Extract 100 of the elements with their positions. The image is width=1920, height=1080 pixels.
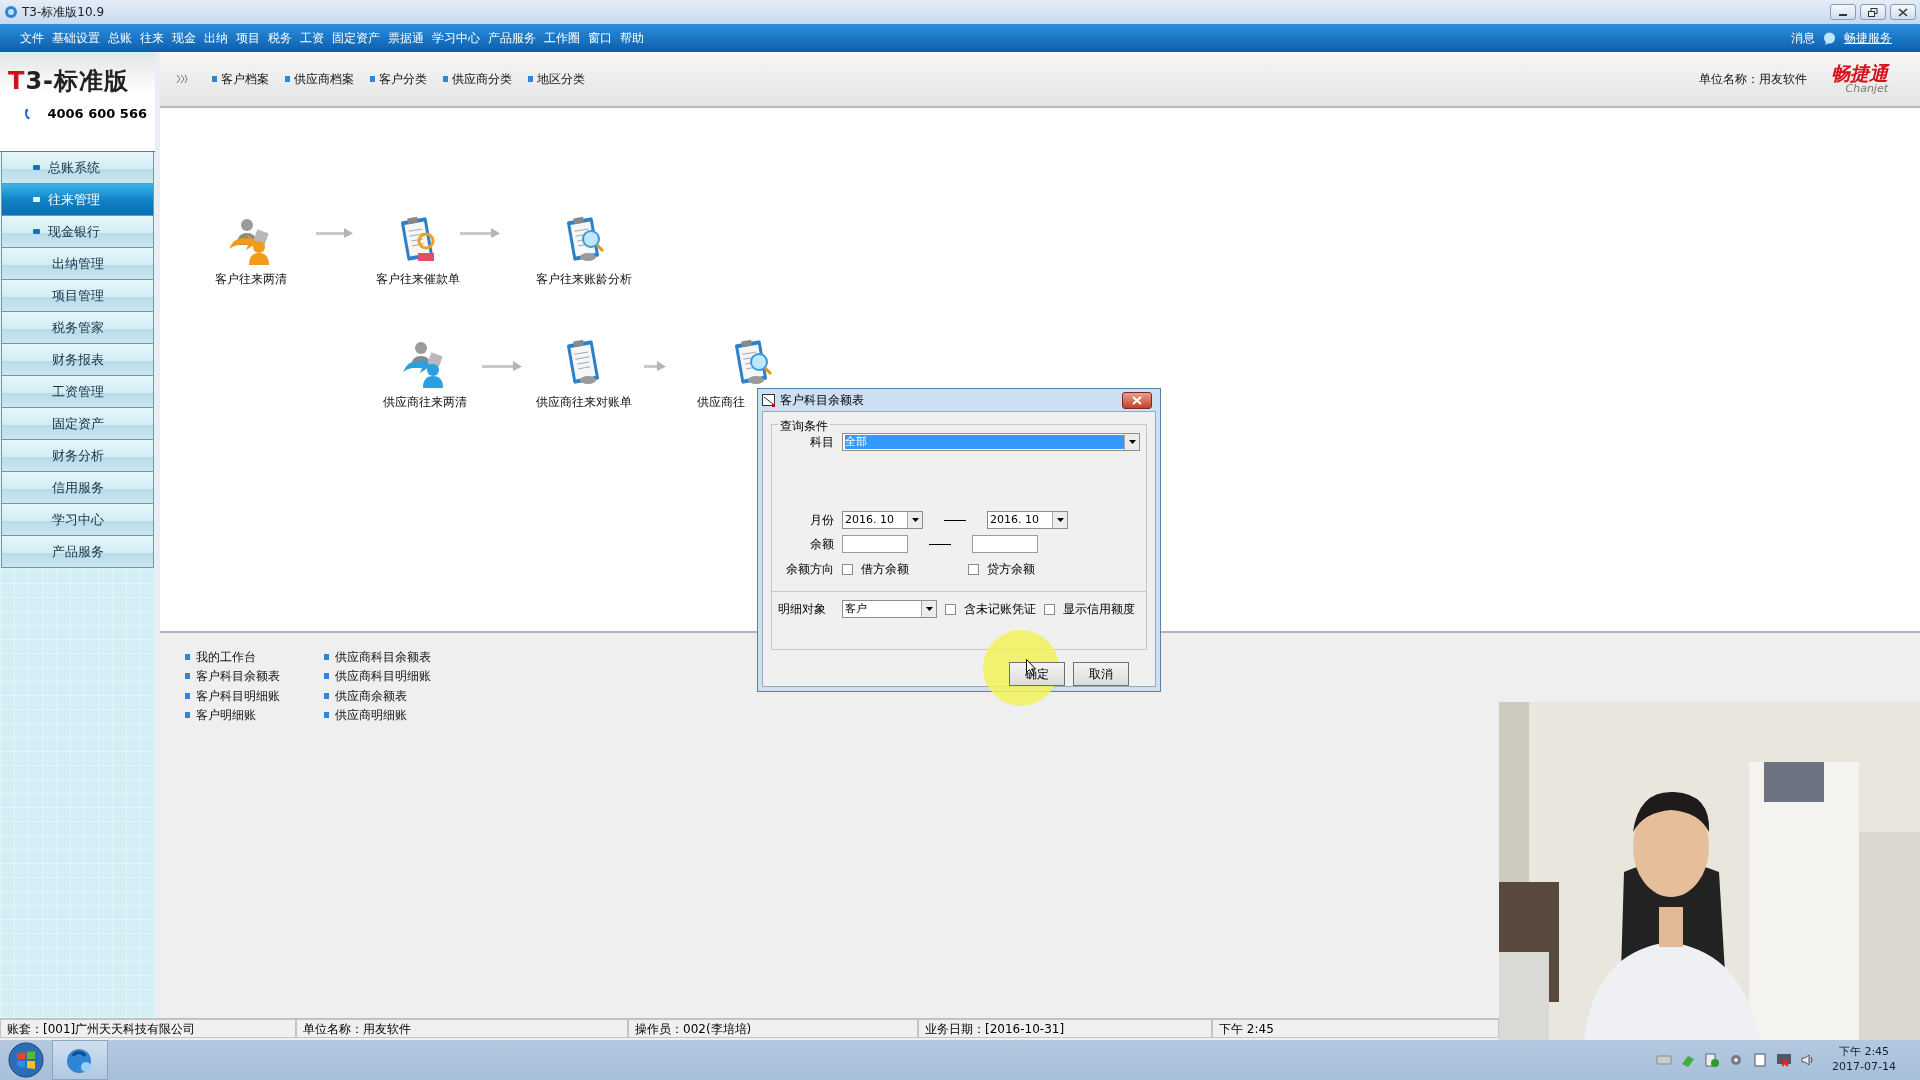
menu-item[interactable]: 帮助 [616, 29, 648, 47]
monitor-icon[interactable] [1776, 1052, 1793, 1068]
toolbar-link[interactable]: 地区分类 [528, 70, 585, 88]
menu-item[interactable]: 窗口 [584, 29, 616, 47]
sidebar-item[interactable]: 总账系统 [1, 152, 154, 184]
unit-name: 单位名称：用友软件 [1699, 71, 1807, 88]
brand-logo: 畅捷通 [1831, 64, 1888, 83]
clipboard-icon[interactable] [1752, 1052, 1769, 1068]
menu-item[interactable]: 学习中心 [428, 29, 484, 47]
report-link[interactable]: 供应商明细账 [324, 705, 439, 725]
toolbar-link[interactable]: 供应商分类 [443, 70, 512, 88]
close-icon [1898, 7, 1908, 17]
dialog-title: 客户科目余额表 [780, 392, 864, 409]
close-icon [1132, 395, 1142, 405]
toolbar-link[interactable]: 客户档案 [212, 70, 269, 88]
month-from-dropdown[interactable]: 2016. 10 [842, 511, 923, 529]
sidebar-item[interactable]: 固定资产 [1, 408, 154, 440]
menu-item[interactable]: 现金 [168, 29, 200, 47]
dropdown-arrow-icon [911, 518, 919, 522]
report-link[interactable]: 供应商余额表 [324, 686, 439, 706]
menu-item[interactable]: 出纳 [200, 29, 232, 47]
toolbar-link[interactable]: 供应商档案 [285, 70, 354, 88]
report-link[interactable]: 客户明细账 [185, 705, 300, 725]
toolbar-link[interactable]: 客户分类 [370, 70, 427, 88]
minimize-button[interactable] [1830, 4, 1856, 20]
field-label: 科目 [809, 434, 834, 451]
report-link[interactable]: 客户科目明细账 [185, 686, 300, 706]
field-label: 月份 [809, 512, 834, 529]
chat-bubble-icon [1823, 31, 1836, 45]
checkbox-label: 贷方余额 [987, 561, 1035, 578]
group-title: 查询条件 [778, 417, 830, 435]
taskbar-app-button[interactable] [52, 1040, 108, 1080]
messages-link[interactable]: 消息 [1787, 29, 1819, 47]
dropdown-arrow-icon [1128, 440, 1136, 444]
expand-icon[interactable] [176, 74, 188, 84]
checkbox[interactable] [968, 563, 979, 575]
field-label: 明细对象 [778, 601, 827, 618]
menu-item[interactable]: 工资 [296, 29, 328, 47]
flow-label[interactable]: 客户往来账龄分析 [536, 270, 632, 288]
checkbox[interactable] [1044, 603, 1055, 615]
flow-label[interactable]: 供应商往来对账单 [536, 393, 632, 411]
menu-item[interactable]: 产品服务 [484, 29, 540, 47]
field-label: 余额方向 [785, 561, 834, 578]
restore-icon [1868, 7, 1878, 17]
checkbox[interactable] [842, 563, 853, 575]
report-link[interactable]: 客户科目余额表 [185, 666, 300, 686]
sidebar-item[interactable]: 产品服务 [1, 536, 154, 568]
checkbox-label: 显示信用额度 [1063, 601, 1135, 618]
menu-item[interactable]: 固定资产 [328, 29, 384, 47]
detail-dropdown[interactable]: 客户 [842, 600, 937, 618]
flow-label[interactable]: 供应商往来两清 [383, 393, 467, 411]
brand-subtitle: Chanjet [1845, 83, 1888, 94]
sidebar-item[interactable]: 信用服务 [1, 472, 154, 504]
sidebar-item[interactable]: 学习中心 [1, 504, 154, 536]
close-button[interactable] [1122, 391, 1152, 409]
menu-item[interactable]: 税务 [264, 29, 296, 47]
logo-text: T3-标准版 [8, 66, 131, 97]
sidebar-item[interactable]: 往来管理 [1, 184, 154, 216]
menu-item[interactable]: 文件 [16, 29, 48, 47]
month-to-dropdown[interactable]: 2016. 10 [987, 511, 1068, 529]
flow-arrow [482, 361, 522, 371]
restore-button[interactable] [1860, 4, 1886, 20]
document-icon [762, 393, 776, 407]
cancel-button[interactable]: 取消 [1073, 662, 1129, 686]
report-link[interactable]: 供应商科目明细账 [324, 666, 439, 686]
report-link[interactable]: 供应商科目余额表 [324, 647, 439, 667]
menu-item[interactable]: 总账 [104, 29, 136, 47]
window-title: T3-标准版10.9 [22, 4, 104, 21]
flow-arrow [316, 228, 353, 238]
flow-label[interactable]: 客户往来两清 [215, 270, 287, 288]
sidebar-item[interactable]: 财务分析 [1, 440, 154, 472]
menu-item[interactable]: 项目 [232, 29, 264, 47]
field-label: 余额 [809, 536, 834, 553]
close-button[interactable] [1890, 4, 1916, 20]
menu-item[interactable]: 往来 [136, 29, 168, 47]
sidebar-item[interactable]: 税务管家 [1, 312, 154, 344]
flow-arrow [460, 228, 500, 238]
phone-number: 4006 600 566 [47, 105, 147, 124]
sidebar-item[interactable]: 财务报表 [1, 344, 154, 376]
start-button[interactable] [8, 1042, 44, 1078]
sidebar-item[interactable]: 项目管理 [1, 280, 154, 312]
sidebar-item[interactable]: 工资管理 [1, 376, 154, 408]
sidebar-item[interactable]: 出纳管理 [1, 248, 154, 280]
clock-date: 2017-07-14 [1832, 1060, 1896, 1075]
status-field: 账套：[001]广州天天科技有限公司 [0, 1019, 296, 1038]
app-icon [4, 5, 18, 19]
dropdown-arrow-icon [925, 607, 933, 611]
report-link[interactable]: 我的工作台 [185, 647, 300, 667]
menu-item[interactable]: 基础设置 [48, 29, 104, 47]
sidebar-item[interactable]: 现金银行 [1, 216, 154, 248]
play-icon[interactable] [1704, 1052, 1721, 1068]
service-link[interactable]: 畅捷服务 [1840, 29, 1896, 47]
flow-label[interactable]: 供应商往 [697, 393, 745, 411]
menu-item[interactable]: 票据通 [384, 29, 428, 47]
input-field[interactable] [842, 535, 908, 553]
flow-label[interactable]: 客户往来催款单 [376, 270, 460, 288]
checkbox[interactable] [945, 603, 956, 615]
menu-item[interactable]: 工作圈 [540, 29, 584, 47]
status-field: 单位名称：用友软件 [296, 1019, 628, 1038]
input-field[interactable] [972, 535, 1038, 553]
